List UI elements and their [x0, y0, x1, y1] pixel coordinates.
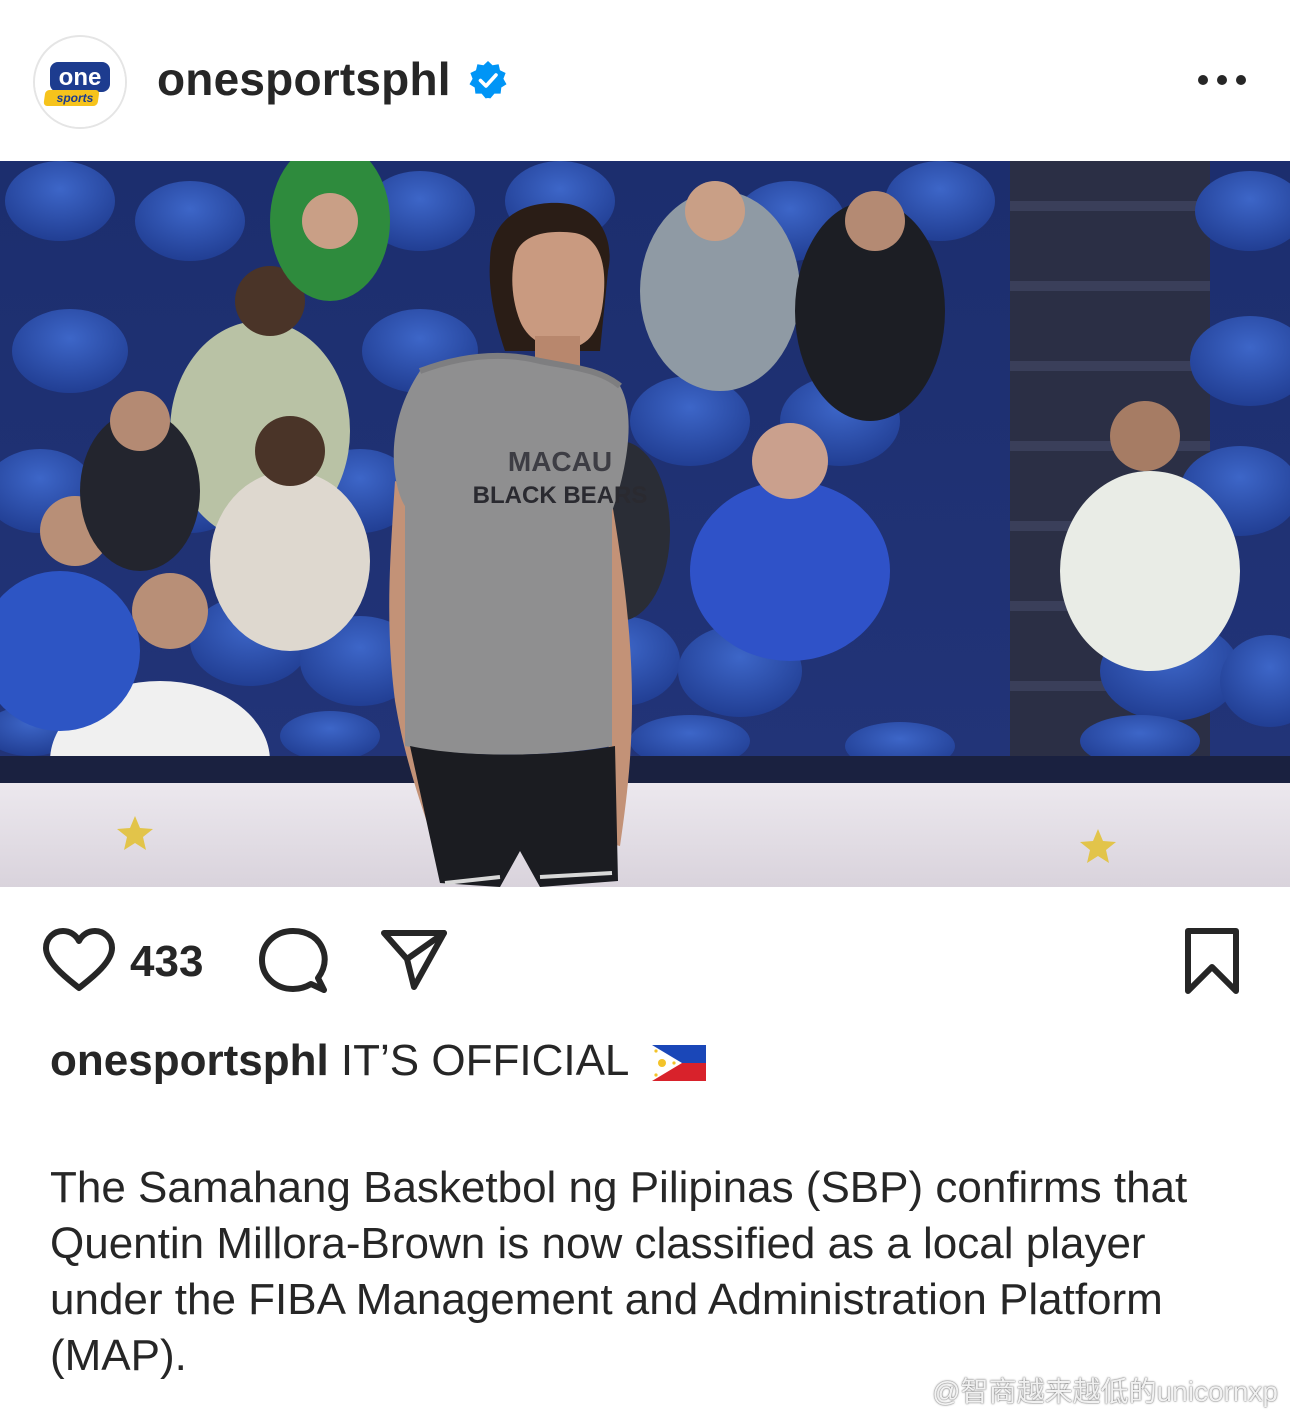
- logo-text-top: one: [59, 64, 102, 91]
- watermark: @智商越来越低的unicornxp: [898, 1370, 1278, 1410]
- logo-text-bottom: sports: [57, 91, 94, 105]
- caption-headline-text: IT’S OFFICIAL: [340, 1036, 628, 1085]
- action-bar: 433: [0, 887, 1290, 1027]
- header-username[interactable]: onesportsphl: [157, 52, 451, 106]
- heart-icon[interactable]: [42, 928, 116, 992]
- philippines-flag-icon: [652, 1045, 706, 1081]
- caption-username[interactable]: onesportsphl: [50, 1036, 329, 1085]
- one-sports-logo: one sports: [35, 37, 125, 127]
- share-icon[interactable]: [380, 929, 448, 991]
- comment-icon[interactable]: [258, 928, 328, 994]
- shirt-text-top: MACAU: [508, 446, 612, 477]
- like-count[interactable]: 433: [130, 937, 203, 987]
- shirt-text-bottom: BLACK BEARS: [473, 482, 648, 509]
- post-header: one sports onesportsphl: [0, 0, 1290, 161]
- caption-headline: onesportsphl IT’S OFFICIAL: [50, 1036, 706, 1086]
- more-horizontal-icon[interactable]: [1196, 64, 1248, 96]
- caption-body: The Samahang Basketbol ng Pilipinas (SBP…: [50, 1163, 1188, 1380]
- post-photo: MACAU BLACK BEARS: [0, 161, 1290, 887]
- avatar[interactable]: one sports: [33, 35, 127, 129]
- verified-badge-icon: [469, 61, 507, 99]
- weibo-icon: [898, 1382, 928, 1406]
- post-image[interactable]: MACAU BLACK BEARS: [0, 161, 1290, 887]
- watermark-text: @智商越来越低的unicornxp: [932, 1376, 1278, 1407]
- bookmark-icon[interactable]: [1182, 927, 1242, 995]
